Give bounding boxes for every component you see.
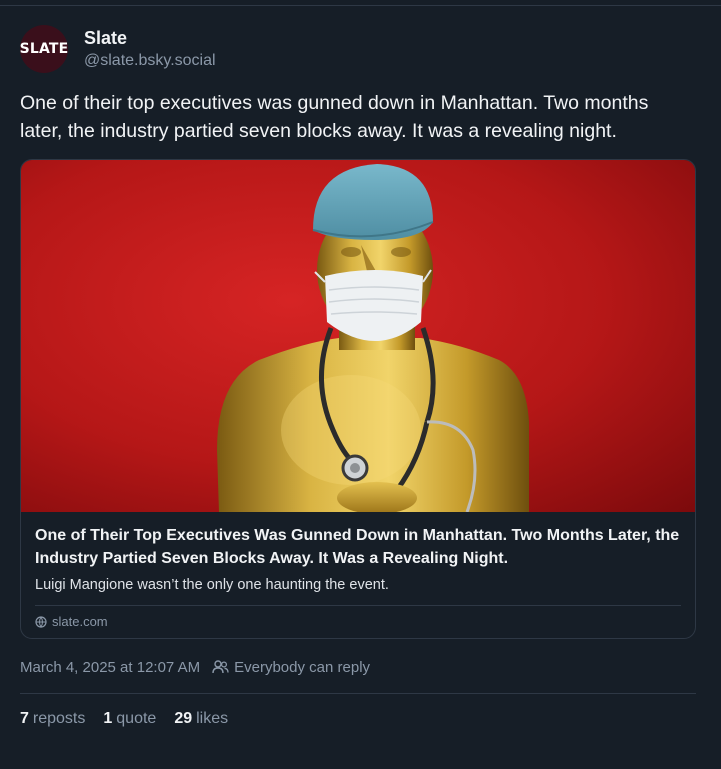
link-card-domain-text: slate.com bbox=[52, 614, 108, 629]
post: SLATE Slate @slate.bsky.social One of th… bbox=[20, 24, 696, 730]
globe-icon bbox=[35, 615, 47, 628]
link-card-title[interactable]: One of Their Top Executives Was Gunned D… bbox=[35, 524, 681, 570]
quotes-count: 1 bbox=[103, 710, 113, 727]
likes-stat[interactable]: 29 likes bbox=[174, 710, 228, 728]
meta-divider bbox=[20, 693, 696, 694]
post-timestamp[interactable]: March 4, 2025 at 12:07 AM bbox=[20, 659, 200, 676]
link-card-body: One of Their Top Executives Was Gunned D… bbox=[21, 512, 695, 629]
reposts-count: 7 bbox=[20, 710, 29, 727]
statuette-image bbox=[217, 164, 529, 512]
quotes-stat[interactable]: 1 quote bbox=[103, 710, 156, 728]
reply-setting-text: Everybody can reply bbox=[234, 658, 371, 676]
people-icon bbox=[212, 660, 229, 674]
link-card[interactable]: One of Their Top Executives Was Gunned D… bbox=[20, 159, 696, 639]
display-name[interactable]: Slate bbox=[84, 27, 216, 49]
quotes-label: quote bbox=[116, 710, 157, 727]
top-divider bbox=[0, 0, 721, 6]
author-names: Slate @slate.bsky.social bbox=[84, 27, 216, 72]
likes-label: likes bbox=[196, 710, 229, 727]
handle[interactable]: @slate.bsky.social bbox=[84, 50, 216, 72]
post-text: One of their top executives was gunned d… bbox=[20, 92, 649, 142]
link-card-domain[interactable]: slate.com bbox=[35, 614, 681, 629]
post-header: SLATE Slate @slate.bsky.social bbox=[20, 24, 696, 74]
post-stats: 7 reposts 1 quote 29 likes bbox=[20, 708, 696, 730]
link-card-image[interactable] bbox=[21, 160, 695, 512]
post-meta: March 4, 2025 at 12:07 AM Everybody can … bbox=[20, 657, 696, 677]
likes-count: 29 bbox=[174, 710, 193, 727]
reposts-stat[interactable]: 7 reposts bbox=[20, 710, 85, 728]
link-card-divider bbox=[35, 605, 681, 606]
link-card-description: Luigi Mangione wasn’t the only one haunt… bbox=[35, 577, 389, 593]
avatar[interactable]: SLATE bbox=[20, 25, 68, 73]
reply-setting: Everybody can reply bbox=[212, 659, 370, 676]
reposts-label: reposts bbox=[32, 710, 86, 727]
